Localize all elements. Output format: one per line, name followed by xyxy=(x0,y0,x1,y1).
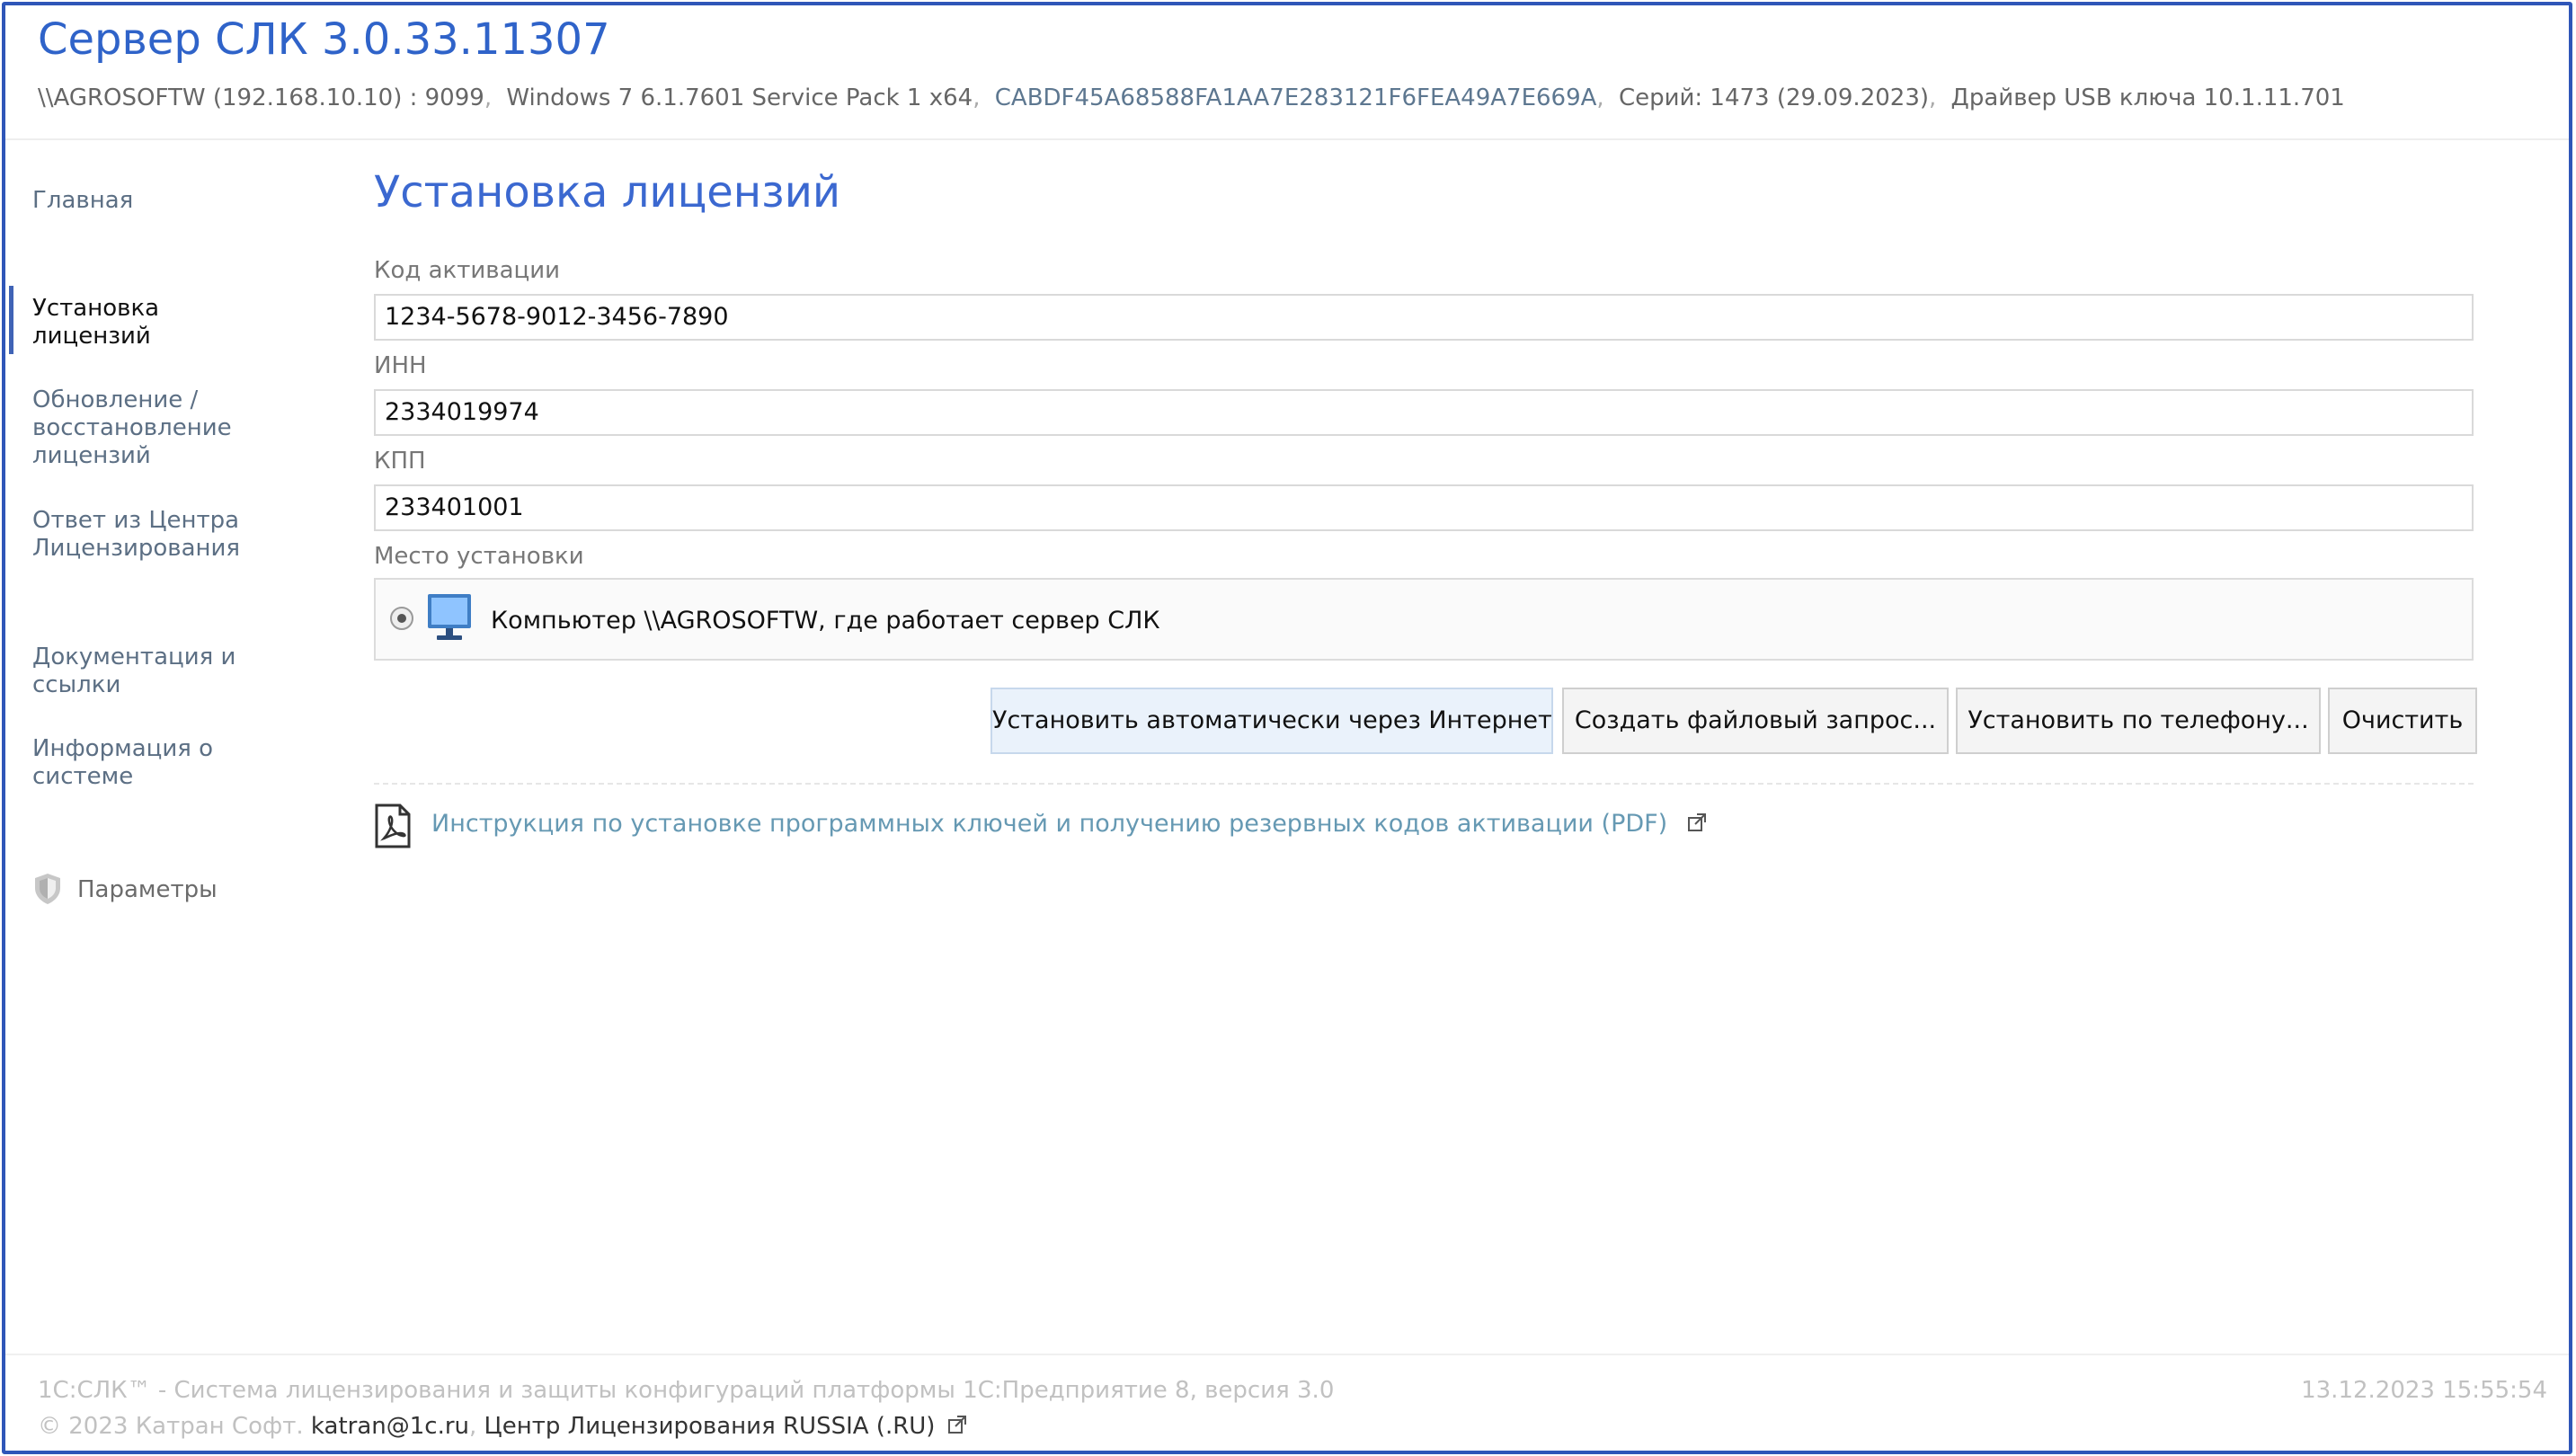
external-link-icon xyxy=(947,1416,966,1434)
sidebar-item-install-licenses[interactable]: Установка лицензий xyxy=(32,295,185,351)
sidebar-item-update-licenses[interactable]: Обновление / восстановление лицензий xyxy=(32,386,266,470)
footer-datetime: 13.12.2023 15:55:54 xyxy=(2301,1377,2547,1404)
sidebar-item-licensing-center-response[interactable]: Ответ из Центра Лицензирования xyxy=(32,507,266,563)
create-file-request-button[interactable]: Создать файловый запрос... xyxy=(1562,688,1949,754)
location-option-label: Компьютер \\AGROSOFTW, где работает серв… xyxy=(491,607,1160,635)
activation-code-field[interactable]: 1234-5678-9012-3456-7890 xyxy=(374,294,2474,341)
app-title: Сервер СЛК 3.0.33.11307 xyxy=(38,14,610,65)
footer-description: 1С:СЛК™ - Система лицензирования и защит… xyxy=(38,1377,1335,1404)
sidebar-item-main[interactable]: Главная xyxy=(32,187,133,215)
sidebar-item-parameters[interactable]: Параметры xyxy=(32,866,257,910)
inn-field[interactable]: 2334019974 xyxy=(374,389,2474,436)
computer-icon xyxy=(428,594,471,640)
location-label: Место установки xyxy=(374,543,584,570)
clear-button[interactable]: Очистить xyxy=(2328,688,2477,754)
kpp-label: КПП xyxy=(374,448,426,475)
os-version: Windows 7 6.1.7601 Service Pack 1 x64 xyxy=(506,84,973,111)
pdf-instruction-link[interactable]: Инструкция по установке программных ключ… xyxy=(431,810,1708,838)
hardware-hash: CABDF45A68588FA1AA7E283121F6FEA49A7E669A xyxy=(994,84,1597,111)
copyright-text: © 2023 Катран Софт. xyxy=(38,1413,304,1440)
external-link-icon xyxy=(1687,813,1706,831)
sidebar-item-system-info[interactable]: Информация о системе xyxy=(32,735,248,791)
section-divider xyxy=(374,783,2474,785)
driver-version: Драйвер USB ключа 10.1.11.701 xyxy=(1950,84,2345,111)
series-info: Серий: 1473 (29.09.2023) xyxy=(1618,84,1930,111)
pdf-icon xyxy=(375,803,411,848)
shield-icon xyxy=(35,874,60,904)
server-info: \\AGROSOFTW (192.168.10.10) : 9099, Wind… xyxy=(38,84,2345,111)
header: Сервер СЛК 3.0.33.11307 \\AGROSOFTW (192… xyxy=(5,5,2569,140)
location-option[interactable]: Компьютер \\AGROSOFTW, где работает серв… xyxy=(374,578,2474,661)
licensing-center-label: Центр Лицензирования RUSSIA (.RU) xyxy=(484,1413,936,1440)
main-window: Сервер СЛК 3.0.33.11307 \\AGROSOFTW (192… xyxy=(2,2,2572,1454)
sidebar: Главная Установка лицензий Обновление / … xyxy=(5,140,329,949)
page-title: Установка лицензий xyxy=(374,167,841,218)
kpp-field[interactable]: 233401001 xyxy=(374,484,2474,531)
pdf-link-label: Инструкция по установке программных ключ… xyxy=(431,810,1668,838)
email-link[interactable]: katran@1c.ru xyxy=(311,1413,469,1440)
licensing-center-link[interactable]: Центр Лицензирования RUSSIA (.RU) xyxy=(484,1413,968,1440)
server-address: \\AGROSOFTW (192.168.10.10) : 9099 xyxy=(38,84,484,111)
footer-links: © 2023 Катран Софт. katran@1c.ru, Центр … xyxy=(38,1413,968,1440)
footer: 1С:СЛК™ - Система лицензирования и защит… xyxy=(5,1354,2569,1451)
parameters-label: Параметры xyxy=(77,876,218,903)
install-by-phone-button[interactable]: Установить по телефону... xyxy=(1956,688,2321,754)
activation-code-label: Код активации xyxy=(374,257,561,284)
install-internet-button[interactable]: Установить автоматически через Интернет xyxy=(990,688,1553,754)
main-content: Установка лицензий Код активации 1234-56… xyxy=(370,140,2483,949)
location-radio[interactable] xyxy=(390,607,413,630)
sidebar-item-documentation[interactable]: Документация и ссылки xyxy=(32,644,266,699)
active-indicator xyxy=(9,286,13,354)
inn-label: ИНН xyxy=(374,352,427,379)
